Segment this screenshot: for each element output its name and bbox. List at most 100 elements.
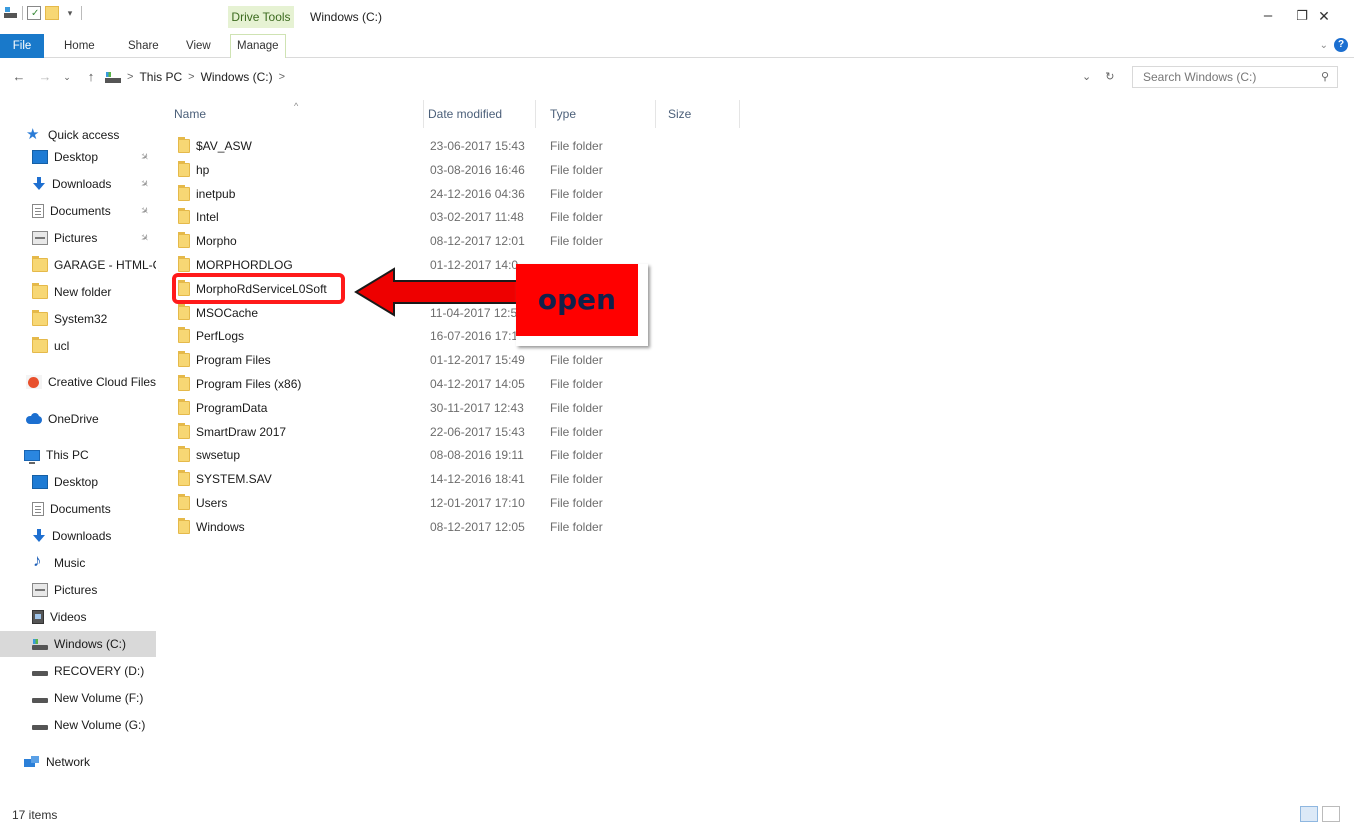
sidebar-item-videos[interactable]: Videos bbox=[0, 604, 156, 630]
back-button[interactable]: ← bbox=[10, 68, 28, 86]
folder-icon bbox=[178, 137, 190, 153]
videos-icon bbox=[32, 610, 44, 624]
table-row[interactable]: $AV_ASW 23-06-2017 15:43 File folder bbox=[158, 134, 758, 158]
folder-icon bbox=[32, 283, 48, 299]
drive-c-icon bbox=[105, 70, 121, 84]
pin-icon[interactable]: ✈ bbox=[137, 177, 151, 191]
folder-icon bbox=[178, 256, 190, 272]
sidebar-item-this-pc[interactable]: This PC bbox=[0, 442, 156, 468]
table-row[interactable]: Intel 03-02-2017 11:48 File folder bbox=[158, 205, 758, 229]
column-header-date[interactable]: Date modified bbox=[420, 100, 536, 128]
sidebar-item-label: OneDrive bbox=[48, 412, 99, 426]
recent-locations-chevron-icon[interactable]: ⌄ bbox=[58, 68, 76, 86]
tab-home[interactable]: Home bbox=[64, 36, 95, 56]
file-name: Intel bbox=[196, 210, 219, 225]
sidebar-item-network[interactable]: Network bbox=[0, 749, 156, 775]
large-icons-view-icon[interactable] bbox=[1322, 806, 1340, 822]
sidebar-item-downloads[interactable]: Downloads ✈ bbox=[0, 171, 156, 197]
forward-button[interactable]: → bbox=[36, 68, 54, 86]
file-name: Program Files bbox=[196, 353, 271, 368]
table-row[interactable]: hp 03-08-2016 16:46 File folder bbox=[158, 158, 758, 182]
sidebar-item-downloads[interactable]: Downloads bbox=[0, 523, 156, 549]
column-header-type[interactable]: Type bbox=[542, 100, 656, 128]
table-row[interactable]: ProgramData 30-11-2017 12:43 File folder bbox=[158, 396, 758, 420]
table-row[interactable]: PerfLogs 16-07-2016 17:1 bbox=[158, 324, 758, 348]
file-date-modified: 08-12-2017 12:01 bbox=[430, 234, 525, 249]
sidebar-item-label: Documents bbox=[50, 204, 111, 218]
search-placeholder: Search Windows (C:) bbox=[1143, 70, 1257, 84]
customize-toolbar-icon[interactable]: ▾ bbox=[63, 6, 77, 20]
table-row[interactable]: Windows 08-12-2017 12:05 File folder bbox=[158, 515, 758, 539]
folder-icon bbox=[178, 446, 190, 463]
address-dropdown-icon[interactable]: ⌄ bbox=[1082, 70, 1091, 83]
tab-manage[interactable]: Manage bbox=[230, 34, 286, 58]
sidebar-item-new-folder[interactable]: New folder bbox=[0, 279, 156, 305]
sidebar-item-onedrive[interactable]: OneDrive bbox=[0, 406, 156, 432]
sidebar-item-label: Music bbox=[54, 556, 86, 570]
sidebar-item-ucl[interactable]: ucl bbox=[0, 333, 156, 359]
table-row[interactable]: SmartDraw 2017 22-06-2017 15:43 File folde… bbox=[158, 420, 758, 444]
sidebar-item-label: Desktop bbox=[54, 150, 99, 164]
up-button[interactable]: ↑ bbox=[82, 68, 100, 86]
table-row[interactable]: Morpho 08-12-2017 12:01 File folder bbox=[158, 229, 758, 253]
table-row[interactable]: Users 12-01-2017 17:10 File folder bbox=[158, 491, 758, 515]
file-date-modified: 08-12-2017 12:05 bbox=[430, 519, 525, 534]
sidebar-item-label: Downloads bbox=[52, 529, 112, 543]
breadcrumb-separator[interactable]: > bbox=[127, 71, 133, 83]
file-type: File folder bbox=[550, 377, 603, 391]
sidebar-item-documents[interactable]: Documents bbox=[0, 496, 156, 522]
new-folder-icon[interactable] bbox=[45, 6, 59, 20]
sidebar-item-desktop[interactable]: Desktop ✈ bbox=[0, 144, 156, 170]
help-icon[interactable]: ? bbox=[1334, 38, 1348, 52]
drive-icon bbox=[32, 691, 48, 705]
drive-icon[interactable] bbox=[4, 6, 18, 20]
sidebar-item-pictures[interactable]: Pictures ✈ bbox=[0, 225, 156, 251]
breadcrumb-separator[interactable]: > bbox=[188, 71, 194, 83]
pictures-icon bbox=[32, 231, 48, 245]
table-row[interactable]: SYSTEM.SAV 14-12-2016 18:41 File folder bbox=[158, 467, 758, 491]
tab-share[interactable]: Share bbox=[128, 36, 159, 56]
search-input[interactable]: Search Windows (C:) ⚲ bbox=[1132, 66, 1338, 88]
breadcrumb-separator[interactable]: > bbox=[279, 71, 285, 83]
tab-view[interactable]: View bbox=[186, 36, 211, 56]
pointer-arrow-icon bbox=[354, 267, 523, 317]
sidebar-item-pictures[interactable]: Pictures bbox=[0, 577, 156, 603]
tab-file[interactable]: File bbox=[0, 34, 44, 58]
table-row[interactable]: Program Files 01-12-2017 15:49 File folder bbox=[158, 348, 758, 372]
sidebar-item-creative-cloud-files[interactable]: Creative Cloud Files bbox=[0, 369, 156, 395]
sidebar-item-desktop[interactable]: Desktop bbox=[0, 469, 156, 495]
column-header-name[interactable]: Name ^ bbox=[166, 100, 424, 128]
folder-icon bbox=[178, 470, 190, 487]
table-row[interactable]: swsetup 08-08-2016 19:11 File folder bbox=[158, 443, 758, 467]
file-date-modified: 30-11-2017 12:43 bbox=[430, 400, 524, 415]
sidebar-item-windows-c[interactable]: Windows (C:) bbox=[0, 631, 156, 657]
table-row[interactable]: Program Files (x86) 04-12-2017 14:05 File … bbox=[158, 372, 758, 396]
sidebar-item-label: RECOVERY (D:) bbox=[54, 664, 145, 678]
sidebar-item-documents[interactable]: Documents ✈ bbox=[0, 198, 156, 224]
refresh-icon[interactable]: ↻ bbox=[1105, 70, 1114, 83]
column-headers: Name ^ Date modified Type Size bbox=[158, 100, 748, 128]
chevron-down-icon[interactable]: ⌄ bbox=[1320, 40, 1328, 51]
file-name: $AV_ASW bbox=[196, 139, 252, 153]
toolbar-separator bbox=[22, 6, 23, 20]
sidebar-item-music[interactable]: Music bbox=[0, 550, 156, 576]
breadcrumb-this-pc[interactable]: This PC bbox=[139, 70, 182, 84]
address-bar[interactable]: > This PC > Windows (C:) > bbox=[104, 66, 1098, 88]
sidebar-item-label: Network bbox=[46, 755, 91, 769]
breadcrumb-windows-c[interactable]: Windows (C:) bbox=[201, 70, 273, 84]
column-header-size[interactable]: Size bbox=[660, 100, 740, 128]
properties-icon[interactable]: ✓ bbox=[27, 6, 41, 20]
table-row[interactable]: inetpub 24-12-2016 04:36 File folder bbox=[158, 182, 758, 206]
pin-icon[interactable]: ✈ bbox=[137, 204, 151, 218]
sidebar-item-garage-html-c[interactable]: GARAGE - HTML-C bbox=[0, 252, 156, 278]
close-button[interactable]: ✕ bbox=[1302, 4, 1346, 28]
sidebar-item-new-volume-g[interactable]: New Volume (G:) bbox=[0, 712, 156, 738]
details-view-icon[interactable] bbox=[1300, 806, 1318, 822]
sidebar-item-new-volume-f[interactable]: New Volume (F:) bbox=[0, 685, 156, 711]
pin-icon[interactable]: ✈ bbox=[137, 231, 151, 245]
sidebar-item-label: Creative Cloud Files bbox=[48, 375, 156, 389]
sidebar-item-system32[interactable]: System32 bbox=[0, 306, 156, 332]
pin-icon[interactable]: ✈ bbox=[137, 150, 151, 164]
sidebar-item-label: Quick access bbox=[48, 128, 120, 142]
sidebar-item-recovery-d[interactable]: RECOVERY (D:) bbox=[0, 658, 156, 684]
